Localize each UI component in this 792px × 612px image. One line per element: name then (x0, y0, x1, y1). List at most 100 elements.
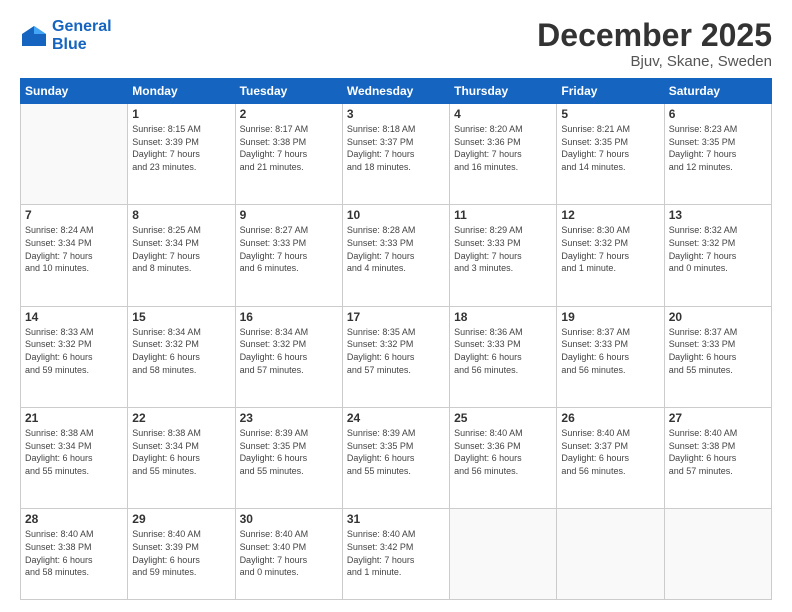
cell-content: Sunrise: 8:40 AM Sunset: 3:40 PM Dayligh… (240, 528, 338, 578)
calendar-cell: 31 Sunrise: 8:40 AM Sunset: 3:42 PM Dayli… (342, 509, 449, 600)
calendar-cell: 1 Sunrise: 8:15 AM Sunset: 3:39 PM Daylig… (128, 104, 235, 205)
cell-content: Sunrise: 8:37 AM Sunset: 3:33 PM Dayligh… (669, 326, 767, 376)
cell-content: Sunrise: 8:34 AM Sunset: 3:32 PM Dayligh… (240, 326, 338, 376)
cell-content: Sunrise: 8:33 AM Sunset: 3:32 PM Dayligh… (25, 326, 123, 376)
cell-content: Sunrise: 8:40 AM Sunset: 3:38 PM Dayligh… (669, 427, 767, 477)
cell-content: Sunrise: 8:17 AM Sunset: 3:38 PM Dayligh… (240, 123, 338, 173)
calendar-cell: 29Sunrise: 8:40 AM Sunset: 3:39 PM Dayli… (128, 509, 235, 600)
cell-content: Sunrise: 8:25 AM Sunset: 3:34 PM Dayligh… (132, 224, 230, 274)
week-row-3: 21 Sunrise: 8:38 AM Sunset: 3:34 PM Dayli… (21, 408, 772, 509)
calendar-cell (450, 509, 557, 600)
cell-content: Sunrise: 8:20 AM Sunset: 3:36 PM Dayligh… (454, 123, 552, 173)
title-block: December 2025 Bjuv, Skane, Sweden (537, 18, 772, 70)
day-number: 18 (454, 310, 552, 324)
day-number: 29 (132, 512, 230, 526)
calendar-cell: 25 Sunrise: 8:40 AM Sunset: 3:36 PM Dayli… (450, 408, 557, 509)
cell-content: Sunrise: 8:21 AM Sunset: 3:35 PM Dayligh… (561, 123, 659, 173)
weekday-header-monday: Monday (128, 79, 235, 104)
calendar-cell: 8Sunrise: 8:25 AM Sunset: 3:34 PM Daylig… (128, 205, 235, 306)
cell-content: Sunrise: 8:30 AM Sunset: 3:32 PM Dayligh… (561, 224, 659, 274)
calendar-cell: 27 Sunrise: 8:40 AM Sunset: 3:38 PM Dayli… (664, 408, 771, 509)
day-number: 9 (240, 208, 338, 222)
day-number: 27 (669, 411, 767, 425)
week-row-4: 28Sunrise: 8:40 AM Sunset: 3:38 PM Dayli… (21, 509, 772, 600)
month-title: December 2025 (537, 18, 772, 53)
day-number: 16 (240, 310, 338, 324)
day-number: 3 (347, 107, 445, 121)
day-number: 2 (240, 107, 338, 121)
calendar-cell: 4 Sunrise: 8:20 AM Sunset: 3:36 PM Daylig… (450, 104, 557, 205)
day-number: 19 (561, 310, 659, 324)
week-row-2: 14Sunrise: 8:33 AM Sunset: 3:32 PM Dayli… (21, 306, 772, 407)
calendar-cell (664, 509, 771, 600)
cell-content: Sunrise: 8:35 AM Sunset: 3:32 PM Dayligh… (347, 326, 445, 376)
week-row-0: 1 Sunrise: 8:15 AM Sunset: 3:39 PM Daylig… (21, 104, 772, 205)
calendar-cell: 19 Sunrise: 8:37 AM Sunset: 3:33 PM Dayli… (557, 306, 664, 407)
day-number: 31 (347, 512, 445, 526)
logo-blue: Blue (52, 36, 112, 54)
calendar-cell: 15 Sunrise: 8:34 AM Sunset: 3:32 PM Dayli… (128, 306, 235, 407)
calendar-cell: 6 Sunrise: 8:23 AM Sunset: 3:35 PM Daylig… (664, 104, 771, 205)
day-number: 15 (132, 310, 230, 324)
cell-content: Sunrise: 8:39 AM Sunset: 3:35 PM Dayligh… (347, 427, 445, 477)
calendar-cell: 20Sunrise: 8:37 AM Sunset: 3:33 PM Dayli… (664, 306, 771, 407)
day-number: 21 (25, 411, 123, 425)
page: General Blue December 2025 Bjuv, Skane, … (0, 0, 792, 612)
cell-content: Sunrise: 8:34 AM Sunset: 3:32 PM Dayligh… (132, 326, 230, 376)
day-number: 13 (669, 208, 767, 222)
calendar-cell: 23Sunrise: 8:39 AM Sunset: 3:35 PM Dayli… (235, 408, 342, 509)
cell-content: Sunrise: 8:40 AM Sunset: 3:36 PM Dayligh… (454, 427, 552, 477)
day-number: 10 (347, 208, 445, 222)
cell-content: Sunrise: 8:40 AM Sunset: 3:37 PM Dayligh… (561, 427, 659, 477)
day-number: 12 (561, 208, 659, 222)
cell-content: Sunrise: 8:29 AM Sunset: 3:33 PM Dayligh… (454, 224, 552, 274)
calendar-table: SundayMondayTuesdayWednesdayThursdayFrid… (20, 78, 772, 600)
cell-content: Sunrise: 8:18 AM Sunset: 3:37 PM Dayligh… (347, 123, 445, 173)
day-number: 17 (347, 310, 445, 324)
day-number: 23 (240, 411, 338, 425)
calendar-cell: 9Sunrise: 8:27 AM Sunset: 3:33 PM Daylig… (235, 205, 342, 306)
calendar-cell: 22Sunrise: 8:38 AM Sunset: 3:34 PM Dayli… (128, 408, 235, 509)
calendar-cell: 28Sunrise: 8:40 AM Sunset: 3:38 PM Dayli… (21, 509, 128, 600)
day-number: 1 (132, 107, 230, 121)
calendar-cell: 26 Sunrise: 8:40 AM Sunset: 3:37 PM Dayli… (557, 408, 664, 509)
cell-content: Sunrise: 8:38 AM Sunset: 3:34 PM Dayligh… (25, 427, 123, 477)
cell-content: Sunrise: 8:38 AM Sunset: 3:34 PM Dayligh… (132, 427, 230, 477)
weekday-header-saturday: Saturday (664, 79, 771, 104)
calendar-cell: 13 Sunrise: 8:32 AM Sunset: 3:32 PM Dayli… (664, 205, 771, 306)
calendar-cell: 3 Sunrise: 8:18 AM Sunset: 3:37 PM Daylig… (342, 104, 449, 205)
calendar-cell: 2 Sunrise: 8:17 AM Sunset: 3:38 PM Daylig… (235, 104, 342, 205)
cell-content: Sunrise: 8:40 AM Sunset: 3:38 PM Dayligh… (25, 528, 123, 578)
cell-content: Sunrise: 8:23 AM Sunset: 3:35 PM Dayligh… (669, 123, 767, 173)
calendar-cell: 21 Sunrise: 8:38 AM Sunset: 3:34 PM Dayli… (21, 408, 128, 509)
day-number: 26 (561, 411, 659, 425)
logo-icon (20, 24, 48, 48)
calendar-cell: 24Sunrise: 8:39 AM Sunset: 3:35 PM Dayli… (342, 408, 449, 509)
calendar-cell: 17 Sunrise: 8:35 AM Sunset: 3:32 PM Dayli… (342, 306, 449, 407)
day-number: 30 (240, 512, 338, 526)
logo-general: General (52, 18, 112, 35)
calendar-cell (557, 509, 664, 600)
day-number: 11 (454, 208, 552, 222)
day-number: 7 (25, 208, 123, 222)
calendar-cell: 18 Sunrise: 8:36 AM Sunset: 3:33 PM Dayli… (450, 306, 557, 407)
cell-content: Sunrise: 8:37 AM Sunset: 3:33 PM Dayligh… (561, 326, 659, 376)
weekday-header-wednesday: Wednesday (342, 79, 449, 104)
weekday-header-row: SundayMondayTuesdayWednesdayThursdayFrid… (21, 79, 772, 104)
location: Bjuv, Skane, Sweden (537, 53, 772, 70)
day-number: 6 (669, 107, 767, 121)
day-number: 5 (561, 107, 659, 121)
weekday-header-sunday: Sunday (21, 79, 128, 104)
calendar-cell: 30 Sunrise: 8:40 AM Sunset: 3:40 PM Dayli… (235, 509, 342, 600)
cell-content: Sunrise: 8:32 AM Sunset: 3:32 PM Dayligh… (669, 224, 767, 274)
calendar-cell: 7Sunrise: 8:24 AM Sunset: 3:34 PM Daylig… (21, 205, 128, 306)
week-row-1: 7Sunrise: 8:24 AM Sunset: 3:34 PM Daylig… (21, 205, 772, 306)
weekday-header-tuesday: Tuesday (235, 79, 342, 104)
cell-content: Sunrise: 8:40 AM Sunset: 3:42 PM Dayligh… (347, 528, 445, 578)
day-number: 4 (454, 107, 552, 121)
weekday-header-thursday: Thursday (450, 79, 557, 104)
cell-content: Sunrise: 8:28 AM Sunset: 3:33 PM Dayligh… (347, 224, 445, 274)
cell-content: Sunrise: 8:15 AM Sunset: 3:39 PM Dayligh… (132, 123, 230, 173)
cell-content: Sunrise: 8:36 AM Sunset: 3:33 PM Dayligh… (454, 326, 552, 376)
day-number: 25 (454, 411, 552, 425)
